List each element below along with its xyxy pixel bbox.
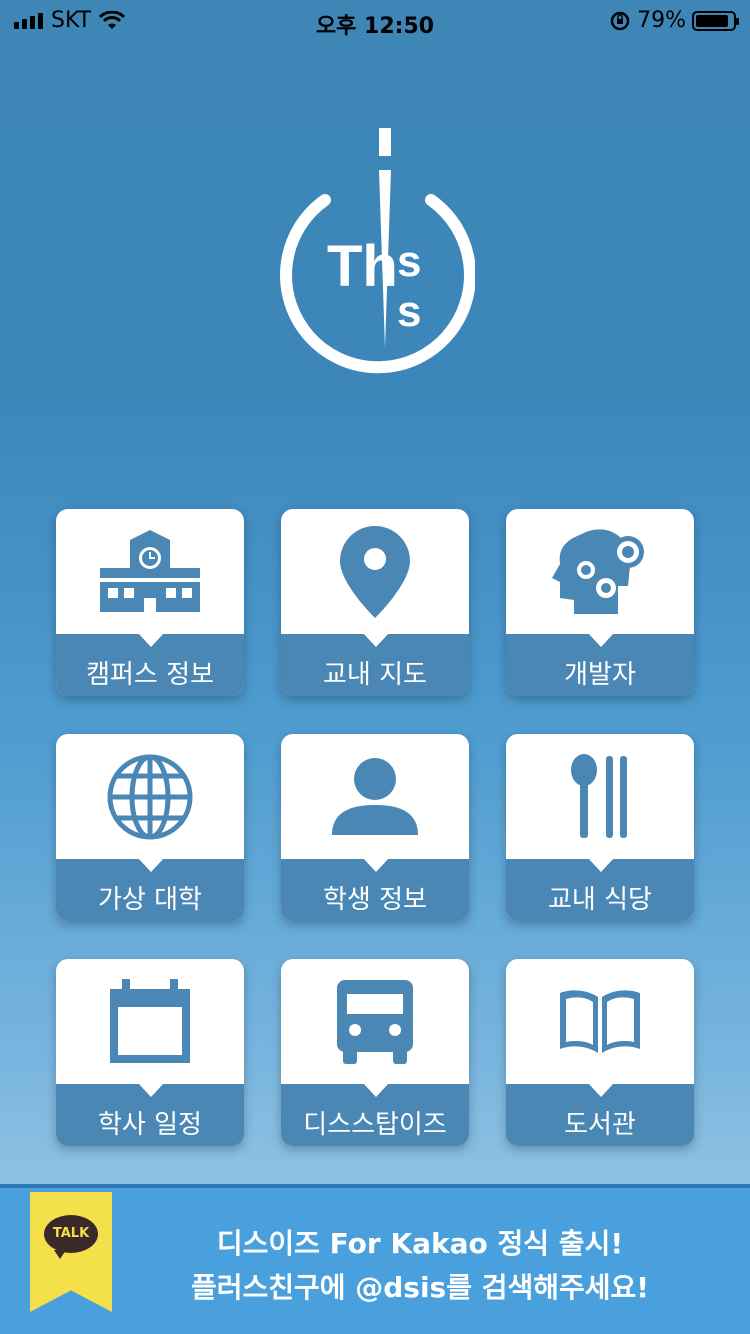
menu-label: 캠퍼스 정보 bbox=[86, 660, 214, 690]
menu-label: 교내 식당 bbox=[548, 885, 652, 915]
menu-label: 도서관 bbox=[564, 1110, 636, 1140]
head-gears-icon bbox=[552, 528, 644, 614]
battery-percent: 79% bbox=[637, 8, 686, 33]
calendar-icon bbox=[110, 978, 190, 1063]
menu-item-developer[interactable]: 개발자 bbox=[506, 509, 694, 696]
bus-icon bbox=[337, 979, 413, 1064]
school-building-icon bbox=[100, 529, 200, 612]
menu-item-campus-map[interactable]: 교내 지도 bbox=[281, 509, 469, 696]
menu-label: 학사 일정 bbox=[98, 1110, 202, 1140]
menu-label: 학생 정보 bbox=[323, 885, 427, 915]
menu-item-bus-stop[interactable]: 디스스탑이즈 bbox=[281, 959, 469, 1146]
spoon-chopsticks-icon bbox=[571, 753, 627, 838]
banner-line2: 플러스친구에 @dsis를 검색해주세요! bbox=[190, 1271, 650, 1304]
menu-label: 디스스탑이즈 bbox=[303, 1110, 447, 1140]
status-bar: SKT 오후 12:50 79% bbox=[0, 0, 750, 40]
logo-text-s-top: s bbox=[397, 237, 421, 286]
menu-item-student-info[interactable]: 학생 정보 bbox=[281, 734, 469, 921]
banner-line1: 디스이즈 For Kakao 정식 출시! bbox=[216, 1227, 624, 1260]
menu-item-academic-calendar[interactable]: 학사 일정 bbox=[56, 959, 244, 1146]
this-is-logo: Th s s bbox=[280, 128, 475, 374]
menu-item-virtual-university[interactable]: 가상 대학 bbox=[56, 734, 244, 921]
menu-label: 가상 대학 bbox=[98, 885, 202, 915]
logo-text-s-bottom: s bbox=[397, 287, 421, 336]
kakao-promo-banner[interactable]: TALK 디스이즈 For Kakao 정식 출시! 플러스친구에 @dsis를… bbox=[0, 1184, 750, 1334]
menu-item-campus-info[interactable]: 캠퍼스 정보 bbox=[56, 509, 244, 696]
globe-icon bbox=[107, 754, 193, 839]
kakao-talk-icon: TALK bbox=[44, 1215, 98, 1259]
orientation-lock-icon bbox=[610, 11, 630, 30]
menu-item-cafeteria[interactable]: 교내 식당 bbox=[506, 734, 694, 921]
person-icon bbox=[332, 757, 418, 835]
menu-label: 교내 지도 bbox=[323, 660, 427, 690]
logo-text-th: Th bbox=[327, 234, 398, 299]
open-book-icon bbox=[560, 989, 640, 1053]
map-pin-icon bbox=[340, 525, 410, 618]
menu-item-library[interactable]: 도서관 bbox=[506, 959, 694, 1146]
battery-icon bbox=[692, 10, 739, 31]
menu-label: 개발자 bbox=[564, 660, 636, 690]
